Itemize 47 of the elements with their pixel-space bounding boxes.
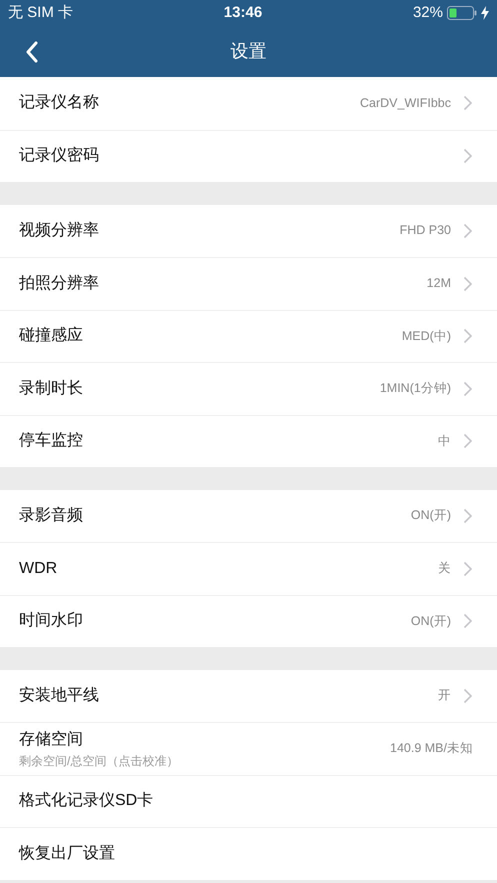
row-label: 录制时长 (19, 378, 83, 399)
row-value: 开 (438, 687, 451, 704)
row-sublabel: 剩余空间/总空间（点击校准） (19, 752, 178, 770)
page-title: 设置 (230, 40, 266, 63)
row-label: 记录仪密码 (19, 146, 99, 166)
row-label: 录影音频 (19, 506, 83, 526)
row-label: 格式化记录仪SD卡 (19, 790, 154, 812)
back-icon (25, 41, 39, 63)
settings-row[interactable]: 恢复出厂设置 (0, 827, 497, 880)
row-value: MED(中) (402, 328, 451, 345)
settings-row[interactable]: 停车监控 中 (0, 414, 497, 467)
settings-row[interactable]: 格式化记录仪SD卡 (0, 774, 497, 827)
settings-row[interactable]: 记录仪名称 CarDV_WIFIbbc (0, 77, 497, 130)
row-label: 恢复出厂设置 (19, 844, 115, 864)
settings-row[interactable]: 录制时长 1MIN(1分钟) (0, 362, 497, 414)
row-label: 视频分辨率 (19, 220, 99, 241)
row-value: FHD P30 (400, 222, 451, 240)
settings-row[interactable]: 安装地平线 开 (0, 670, 497, 722)
settings-row[interactable]: WDR 关 (0, 542, 497, 594)
settings-row[interactable]: 录影音频 ON(开) (0, 490, 497, 542)
row-value: 关 (438, 560, 451, 578)
carrier-text: 无 SIM 卡 (8, 2, 74, 23)
row-label: 拍照分辨率 (19, 274, 99, 294)
row-label: 记录仪名称 (19, 93, 99, 114)
settings-row[interactable]: 视频分辨率 FHD P30 (0, 204, 497, 257)
settings-row[interactable]: 拍照分辨率 12M (0, 257, 497, 310)
row-value: 140.9 MB/未知 (390, 740, 473, 758)
clock-text: 13:46 (224, 2, 262, 23)
settings-row[interactable]: 存储空间 剩余空间/总空间（点击校准） 140.9 MB/未知 (0, 722, 497, 774)
row-value: 1MIN(1分钟) (380, 380, 451, 398)
row-label: 碰撞感应 (19, 326, 83, 346)
battery-icon (446, 6, 477, 20)
row-value: ON(开) (410, 612, 451, 630)
charging-icon (480, 6, 489, 20)
row-value: 12M (426, 275, 451, 292)
row-value: CarDV_WIFIbbc (360, 94, 451, 112)
row-label: 时间水印 (19, 610, 83, 632)
row-value: ON(开) (410, 507, 451, 524)
battery-percent: 32% (412, 2, 443, 23)
settings-row[interactable]: 碰撞感应 MED(中) (0, 310, 497, 362)
row-label: 安装地平线 (19, 686, 99, 706)
row-label: 存储空间 (19, 730, 84, 750)
settings-row[interactable]: 记录仪密码 (0, 130, 497, 182)
row-label: WDR (19, 558, 58, 579)
row-label: 停车监控 (19, 430, 83, 452)
settings-row[interactable]: 时间水印 ON(开) (0, 594, 497, 647)
row-value: 中 (438, 432, 451, 450)
